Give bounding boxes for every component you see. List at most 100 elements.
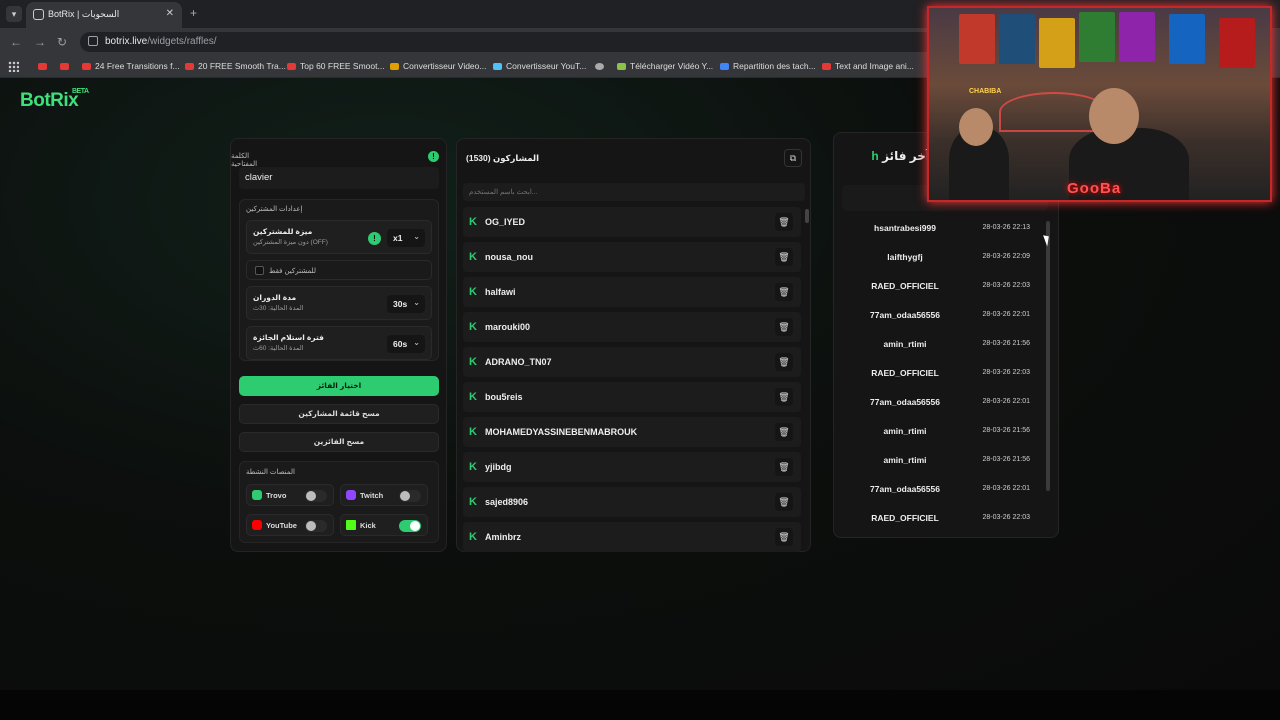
winner-item: laifthygfj 28-03-26 22:09 bbox=[844, 244, 1040, 270]
kick-toggle[interactable] bbox=[399, 520, 421, 532]
browser-tab[interactable]: BotRix | السحوبات ✕ bbox=[26, 2, 182, 28]
participant-item: K ADRANO_TN07 🗑 bbox=[463, 347, 801, 377]
clear-participants-button[interactable]: مسح قائمة المشاركين bbox=[239, 404, 439, 424]
winner-name: amin_rtimi bbox=[883, 455, 927, 465]
bookmark-item[interactable] bbox=[38, 61, 51, 71]
clear-winners-button[interactable]: مسح الفائزين bbox=[239, 432, 439, 452]
trash-icon[interactable]: 🗑 bbox=[775, 458, 793, 476]
trash-icon[interactable]: 🗑 bbox=[775, 388, 793, 406]
participant-item: Kbou5reis 🗑 bbox=[463, 382, 801, 412]
winner-name: RAED_OFFICIEL bbox=[871, 368, 939, 378]
trash-icon[interactable]: 🗑 bbox=[775, 213, 793, 231]
trovo-toggle[interactable] bbox=[305, 490, 327, 502]
subscriber-bonus-select[interactable]: x1 ⌄ bbox=[387, 229, 425, 247]
keyword-input[interactable]: clavier bbox=[239, 167, 439, 189]
trash-icon[interactable]: 🗑 bbox=[775, 318, 793, 336]
participants-scrollbar[interactable] bbox=[805, 209, 809, 223]
trash-icon[interactable]: 🗑 bbox=[775, 528, 793, 546]
trash-icon[interactable]: 🗑 bbox=[775, 283, 793, 301]
bookmark-item[interactable]: Repartition des tach... bbox=[720, 61, 816, 71]
bookmark-item[interactable]: Convertisseur Video... bbox=[390, 61, 486, 71]
tab-close-icon[interactable]: ✕ bbox=[166, 8, 174, 19]
platform-kick: Kick bbox=[340, 514, 428, 536]
converter-icon bbox=[390, 63, 399, 71]
keyword-label: الكلمة المفتاحية bbox=[231, 153, 258, 168]
winner-item: RAED_OFFICIEL 28-03-26 22:03 bbox=[844, 360, 1040, 386]
new-tab-icon[interactable]: + bbox=[190, 6, 197, 20]
winner-date: 28-03-26 22:03 bbox=[982, 282, 1030, 289]
url-text: botrix.live/widgets/raffles/ bbox=[105, 36, 217, 47]
youtube-toggle[interactable] bbox=[305, 520, 327, 532]
copy-icon[interactable]: ⧉ bbox=[784, 149, 802, 167]
participant-name: ADRANO_TN07 bbox=[485, 357, 552, 367]
kick-icon: K bbox=[469, 426, 477, 438]
bookmark-item[interactable] bbox=[595, 61, 608, 71]
trash-icon[interactable]: 🗑 bbox=[775, 353, 793, 371]
subscribers-only-row[interactable]: للمشتركين فقط bbox=[246, 260, 432, 280]
participant-name: OG_IYED bbox=[485, 217, 526, 227]
back-arrow-icon[interactable]: ← bbox=[10, 35, 22, 49]
participants-settings-section: إعدادات المشتركين ميزة للمشتركين دون ميز… bbox=[239, 199, 439, 361]
winner-item: 77am_odaa56556 28-03-26 22:01 bbox=[844, 302, 1040, 328]
twitch-toggle[interactable] bbox=[399, 490, 421, 502]
winner-date: 28-03-26 22:01 bbox=[982, 485, 1030, 492]
forward-arrow-icon[interactable]: → bbox=[34, 35, 46, 49]
participant-item: Khalfawi 🗑 bbox=[463, 277, 801, 307]
winner-date: 28-03-26 21:56 bbox=[982, 427, 1030, 434]
bookmark-item[interactable]: 20 FREE Smooth Tra... bbox=[185, 61, 286, 71]
bookmark-item[interactable]: Télécharger Vidéo Y... bbox=[617, 61, 713, 71]
info-icon[interactable]: ! bbox=[368, 232, 381, 245]
platform-trovo: Trovo bbox=[246, 484, 334, 506]
pick-winner-button[interactable]: اختيار الفائز bbox=[239, 376, 439, 396]
site-info-icon[interactable] bbox=[88, 36, 98, 46]
youtube-icon bbox=[822, 63, 831, 71]
youtube-icon bbox=[252, 520, 262, 530]
platform-name: Kick bbox=[360, 521, 376, 530]
download-icon bbox=[617, 63, 626, 71]
trash-icon[interactable]: 🗑 bbox=[775, 248, 793, 266]
youtube-icon bbox=[287, 63, 296, 71]
bookmark-item[interactable]: Top 60 FREE Smoot... bbox=[287, 61, 385, 71]
wall-poster bbox=[959, 14, 995, 64]
participant-item: K MOHAMEDYASSINEBENMABROUK 🗑 bbox=[463, 417, 801, 447]
beta-badge: BETA bbox=[72, 88, 89, 95]
kick-icon: K bbox=[469, 356, 477, 368]
subscriber-bonus-sub: دون ميزة المشتركين (OFF) bbox=[253, 239, 328, 246]
participant-name: sajed8906 bbox=[485, 497, 529, 507]
botrix-favicon-icon bbox=[33, 9, 44, 20]
person-head bbox=[959, 108, 993, 146]
kick-icon: K bbox=[469, 461, 477, 473]
duration-select[interactable]: 30s ⌄ bbox=[387, 295, 425, 313]
duration-sub: المدة الحالية: 30ث bbox=[253, 305, 304, 312]
tab-search-icon[interactable]: ▾ bbox=[6, 6, 22, 22]
winner-item: RAED_OFFICIEL 28-03-26 22:03 bbox=[844, 273, 1040, 299]
youtube-icon bbox=[38, 63, 47, 71]
winner-date: 28-03-26 22:01 bbox=[982, 311, 1030, 318]
bookmark-item[interactable]: Convertisseur YouT... bbox=[493, 61, 586, 71]
info-icon[interactable]: ! bbox=[428, 151, 439, 162]
winners-scrollbar[interactable] bbox=[1046, 221, 1050, 491]
participant-search-input[interactable] bbox=[463, 183, 805, 201]
bookmark-item[interactable]: Text and Image ani... bbox=[822, 61, 914, 71]
bookmark-item[interactable]: 24 Free Transitions f... bbox=[82, 61, 180, 71]
claim-period-row: فترة استلام الجائزة المدة الحالية: 60ث 6… bbox=[246, 326, 432, 360]
claim-title: فترة استلام الجائزة bbox=[253, 333, 324, 342]
subscribers-only-checkbox[interactable] bbox=[255, 266, 264, 275]
trash-icon[interactable]: 🗑 bbox=[775, 423, 793, 441]
twitch-icon bbox=[346, 490, 356, 500]
chevron-down-icon: ⌄ bbox=[413, 232, 420, 241]
winner-name: 77am_odaa56556 bbox=[870, 397, 940, 407]
trash-icon[interactable]: 🗑 bbox=[775, 493, 793, 511]
botrix-logo[interactable]: BotRix BETA bbox=[20, 88, 89, 112]
webcam-overlay: CHABIBA GooBa bbox=[927, 6, 1272, 202]
youtube-icon bbox=[185, 63, 194, 71]
apps-grid-icon[interactable] bbox=[8, 61, 19, 72]
winner-item: amin_rtimi 28-03-26 21:56 bbox=[844, 447, 1040, 473]
raffle-settings-panel: ! الكلمة المفتاحية clavier إعدادات المشت… bbox=[230, 138, 447, 552]
platform-name: Twitch bbox=[360, 491, 384, 500]
wall-poster bbox=[999, 14, 1035, 64]
bookmark-item[interactable] bbox=[60, 61, 73, 71]
claim-select[interactable]: 60s ⌄ bbox=[387, 335, 425, 353]
winner-name: laifthygfj bbox=[887, 252, 923, 262]
reload-icon[interactable]: ↻ bbox=[57, 35, 67, 49]
